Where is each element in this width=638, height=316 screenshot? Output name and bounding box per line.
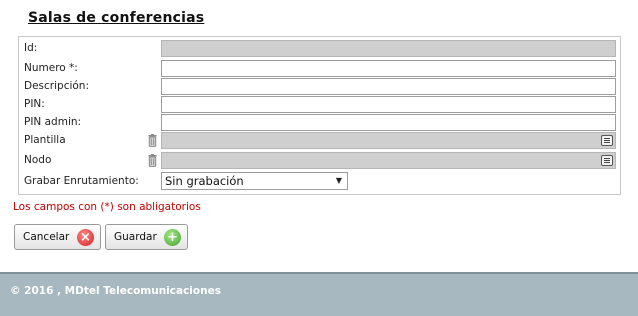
id-label: Id: <box>24 42 38 54</box>
save-button[interactable]: Guardar + <box>105 224 188 250</box>
plantilla-label: Plantilla <box>24 134 66 146</box>
form-row-pin: PIN: <box>19 96 620 114</box>
form-row-plantilla: Plantilla <box>19 132 620 150</box>
form-row-pin-admin: PIN admin: <box>19 114 620 132</box>
required-fields-note: Los campos con (*) son abligatorios <box>13 201 201 213</box>
list-icon[interactable] <box>601 155 613 166</box>
trash-icon[interactable] <box>148 154 157 167</box>
grabar-enrutamiento-select[interactable]: Sin grabación ▼ <box>161 172 348 190</box>
descripcion-label: Descripción: <box>24 80 89 92</box>
form-row-descripcion: Descripción: <box>19 78 620 96</box>
trash-icon[interactable] <box>148 134 157 147</box>
conference-room-form: Id: Numero *: Descripción: PIN: PIN admi… <box>18 36 621 195</box>
id-field <box>161 40 616 57</box>
form-row-id: Id: <box>19 40 620 58</box>
page-title: Salas de conferencias <box>28 10 205 26</box>
pin-admin-input[interactable] <box>161 114 616 131</box>
form-row-nodo: Nodo <box>19 152 620 170</box>
cancel-button-label: Cancelar <box>23 231 70 243</box>
list-icon[interactable] <box>601 135 613 146</box>
form-row-numero: Numero *: <box>19 60 620 78</box>
pin-admin-label: PIN admin: <box>24 116 82 128</box>
numero-input[interactable] <box>161 60 616 77</box>
footer-copyright: © 2016 , MDtel Telecomunicaciones <box>10 285 221 297</box>
descripcion-input[interactable] <box>161 78 616 95</box>
pin-input[interactable] <box>161 96 616 113</box>
add-plus-icon: + <box>164 229 181 246</box>
pin-label: PIN: <box>24 98 45 110</box>
grabar-enrutamiento-value: Sin grabación <box>165 174 244 188</box>
plantilla-field <box>161 132 616 149</box>
grabar-enrutamiento-label: Grabar Enrutamiento: <box>24 175 139 187</box>
cancel-x-icon: × <box>77 229 94 246</box>
nodo-field <box>161 152 616 169</box>
dropdown-arrow-icon: ▼ <box>335 176 342 185</box>
numero-label: Numero *: <box>24 62 78 74</box>
cancel-button[interactable]: Cancelar × <box>14 224 101 250</box>
form-row-grabar: Grabar Enrutamiento: Sin grabación ▼ <box>19 172 620 191</box>
footer: © 2016 , MDtel Telecomunicaciones <box>0 272 638 316</box>
nodo-label: Nodo <box>24 154 52 166</box>
save-button-label: Guardar <box>114 231 157 243</box>
